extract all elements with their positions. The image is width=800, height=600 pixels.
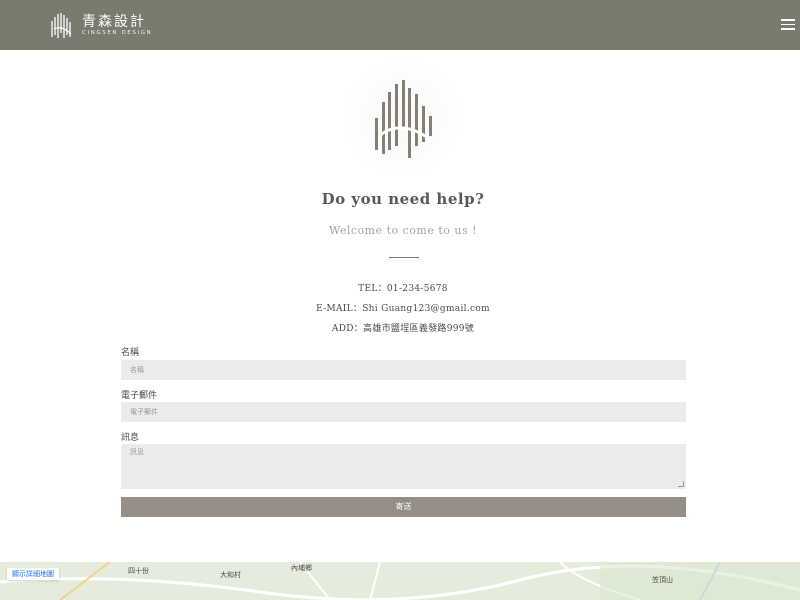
brand-logo[interactable]: 青森設計 CINGSEN DESIGN [50, 10, 152, 40]
name-input[interactable]: 名稱 [121, 360, 686, 380]
contact-tel: TEL：01-234-5678 [358, 284, 448, 294]
contact-address: ADD：高雄市鹽埕區義發路999號 [331, 324, 475, 334]
menu-icon[interactable] [781, 17, 795, 31]
map-place-label: 內埔鄉 [291, 564, 312, 572]
embedded-map[interactable]: 顯示詳細地圖 四十份 大和村 內埔鄉 笠頂山 [0, 562, 800, 600]
page-title: Do you need help? [321, 190, 485, 208]
message-textarea[interactable]: 訊息 [121, 444, 686, 489]
map-place-label: 笠頂山 [652, 576, 673, 584]
emblem-icon [375, 80, 432, 158]
message-label: 訊息 [121, 433, 140, 443]
name-label: 名稱 [121, 348, 140, 358]
map-place-label: 大和村 [220, 571, 241, 579]
emblem [343, 58, 463, 178]
divider [389, 257, 419, 258]
page-subtitle: Welcome to come to us ! [328, 224, 478, 237]
view-larger-map-link[interactable]: 顯示詳細地圖 [7, 568, 59, 580]
contact-email: E-MAIL：Shi Guang123@gmail.com [316, 304, 490, 314]
submit-button[interactable]: 寄送 [121, 497, 686, 517]
brand-name-cn: 青森設計 [82, 14, 146, 30]
site-header: 青森設計 CINGSEN DESIGN [0, 0, 800, 50]
email-input[interactable]: 電子郵件 [121, 402, 686, 422]
map-place-label: 四十份 [128, 567, 149, 575]
map-roads [0, 562, 800, 600]
message-placeholder: 訊息 [130, 448, 144, 456]
brand-name-en: CINGSEN DESIGN [82, 30, 153, 36]
resize-handle[interactable] [678, 481, 684, 487]
logo-icon [51, 13, 72, 38]
email-label: 電子郵件 [121, 391, 158, 401]
